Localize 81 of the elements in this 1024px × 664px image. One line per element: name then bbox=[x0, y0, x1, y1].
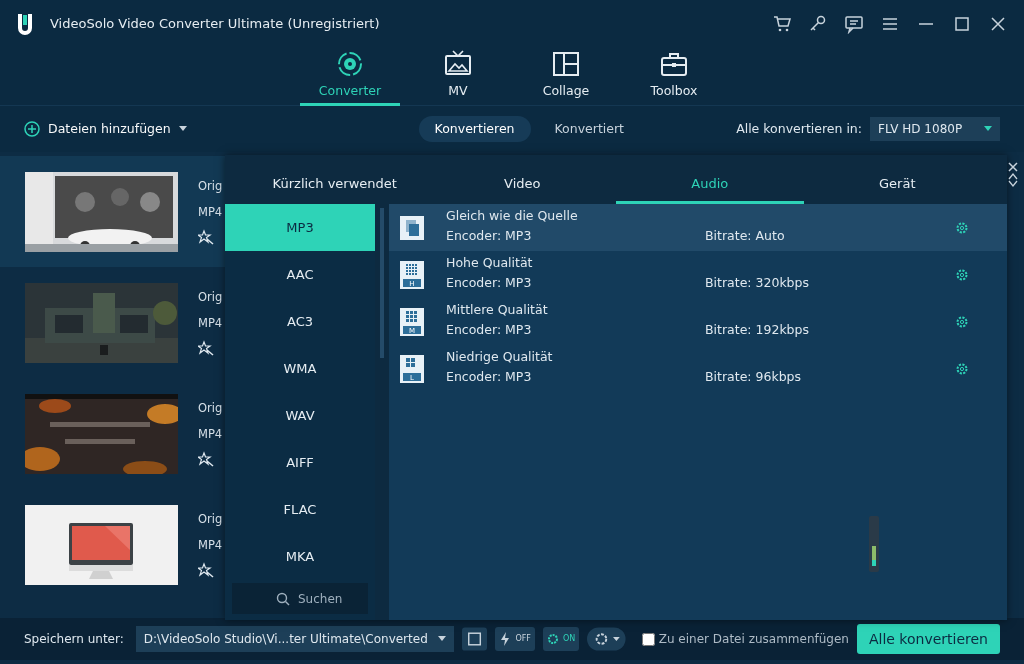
format-item[interactable]: AAC bbox=[225, 251, 375, 298]
settings-icon[interactable] bbox=[955, 220, 969, 235]
feedback-icon[interactable] bbox=[844, 14, 864, 34]
file-row[interactable]: Orig MP4 bbox=[0, 489, 225, 600]
original-label: Orig bbox=[198, 289, 223, 307]
magic-wand-icon bbox=[198, 228, 214, 245]
file-row[interactable]: Orig MP4 bbox=[0, 378, 225, 489]
folder-icon[interactable] bbox=[462, 627, 488, 651]
settings-icon[interactable] bbox=[955, 361, 969, 376]
format-label: MP4 bbox=[198, 425, 223, 443]
magic-wand-icon bbox=[198, 450, 214, 467]
toggle-button[interactable]: OFF bbox=[495, 627, 535, 651]
settings-icon[interactable] bbox=[955, 267, 969, 282]
format-dropdown[interactable]: FLV HD 1080P bbox=[870, 117, 1000, 141]
convert-all-label: Alle konvertieren in: bbox=[736, 119, 862, 138]
bitrate-label: Bitrate: 320kbps bbox=[705, 275, 810, 291]
copy-icon bbox=[400, 215, 424, 240]
format-label: MP4 bbox=[198, 203, 223, 221]
level-meter-icon bbox=[869, 516, 879, 572]
magic-wand-icon bbox=[198, 561, 214, 578]
lightning-icon bbox=[499, 632, 512, 646]
convert-all-button[interactable]: Alle konvertieren bbox=[856, 624, 1000, 654]
scrollbar-thumb[interactable] bbox=[380, 208, 384, 358]
file-row[interactable]: Orig MP4 bbox=[0, 267, 225, 378]
add-files-button[interactable]: Dateien hinzufügen bbox=[24, 119, 187, 139]
chevron-up-icon[interactable] bbox=[1008, 172, 1018, 180]
format-label: MP4 bbox=[198, 536, 223, 554]
main-tab[interactable]: MV bbox=[408, 48, 508, 106]
encoder-label: Encoder: MP3 bbox=[446, 227, 533, 244]
preset-name: Gleich wie die Quelle bbox=[446, 207, 579, 224]
format-item[interactable]: MKA bbox=[225, 533, 375, 580]
settings-icon[interactable] bbox=[587, 627, 626, 651]
toolbox-icon bbox=[660, 50, 688, 79]
format-tab[interactable]: Video bbox=[428, 166, 616, 204]
maximize-icon[interactable] bbox=[952, 14, 972, 34]
merge-label: Zu einer Datei zusammenfügen bbox=[658, 631, 849, 648]
cart-icon[interactable] bbox=[772, 14, 792, 34]
merge-checkbox[interactable] bbox=[641, 632, 655, 646]
format-tab[interactable]: Gerät bbox=[803, 166, 991, 204]
settings-icon[interactable] bbox=[955, 314, 969, 329]
view-tab[interactable]: Konvertiert bbox=[538, 115, 640, 143]
view-tab[interactable]: Konvertieren bbox=[418, 115, 531, 143]
original-label: Orig bbox=[198, 178, 223, 196]
format-label: MP4 bbox=[198, 314, 223, 332]
format-item[interactable]: AC3 bbox=[225, 298, 375, 345]
format-item[interactable]: WAV bbox=[225, 392, 375, 439]
original-label: Orig bbox=[198, 400, 223, 418]
preset-name: Niedrige Qualität bbox=[446, 348, 554, 365]
original-label: Orig bbox=[198, 511, 223, 529]
bitrate-label: Bitrate: 192kbps bbox=[705, 322, 810, 338]
format-tab[interactable]: Kürzlich verwendet bbox=[241, 166, 429, 204]
caret-icon bbox=[178, 126, 187, 132]
encoder-label: Encoder: MP3 bbox=[446, 321, 533, 338]
save-path-field[interactable]: D:\VideoSolo Studio\Vi...ter Ultimate\Converted bbox=[135, 626, 455, 652]
format-item[interactable]: FLAC bbox=[225, 486, 375, 533]
bitrate-label: Bitrate: 96kbps bbox=[705, 369, 803, 385]
window-title: VideoSolo Video Converter Ultimate (Unregistriert) bbox=[50, 15, 380, 34]
add-icon bbox=[24, 121, 40, 137]
caret-icon bbox=[984, 126, 992, 132]
preset-name: Hohe Qualität bbox=[446, 254, 534, 271]
app-logo-icon bbox=[16, 12, 34, 36]
close-icon[interactable] bbox=[1008, 162, 1018, 172]
main-tab[interactable]: Collage bbox=[516, 48, 616, 106]
file-row[interactable]: Orig MP4 bbox=[0, 156, 225, 267]
main-tab[interactable]: Toolbox bbox=[624, 48, 724, 106]
bitrate-label: Bitrate: Auto bbox=[705, 228, 786, 244]
preset-row[interactable]: Gleich wie die Quelle Encoder: MP3 Bitrate: Auto bbox=[389, 204, 1007, 251]
format-item[interactable]: MP3 bbox=[225, 204, 375, 251]
collage-icon bbox=[552, 50, 580, 79]
save-location-label: Speichern unter: bbox=[24, 631, 124, 648]
encoder-label: Encoder: MP3 bbox=[446, 274, 533, 291]
toggle-button[interactable]: ON bbox=[542, 627, 580, 651]
encoder-label: Encoder: MP3 bbox=[446, 368, 533, 385]
gear-icon bbox=[546, 632, 559, 646]
search-field[interactable]: Suchen bbox=[232, 583, 368, 614]
format-item[interactable]: AIFF bbox=[225, 439, 375, 486]
preset-name: Mittlere Qualität bbox=[446, 301, 549, 318]
chevron-down-icon[interactable] bbox=[1008, 180, 1018, 188]
caret-icon bbox=[438, 636, 447, 642]
format-item[interactable]: WMA bbox=[225, 345, 375, 392]
magic-wand-icon bbox=[198, 339, 214, 356]
